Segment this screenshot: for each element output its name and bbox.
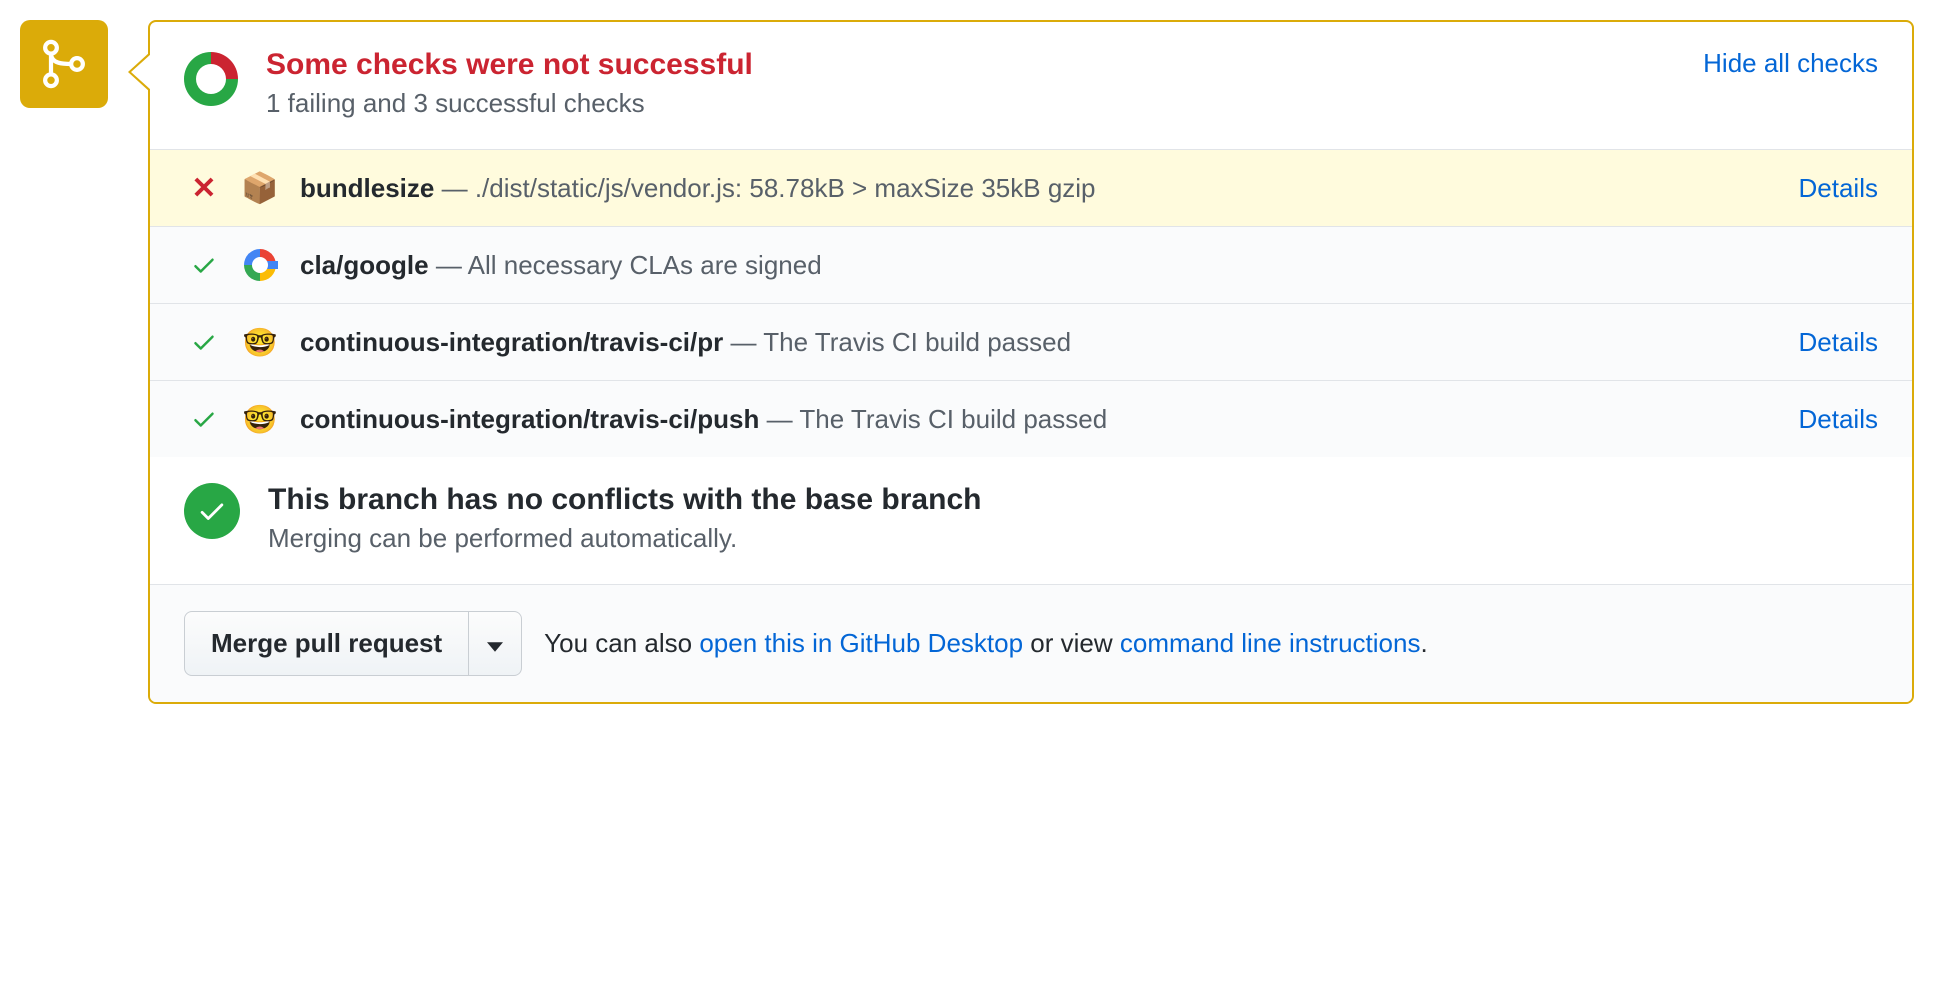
status-pass-icon [184,252,224,278]
merge-button-group: Merge pull request [184,611,522,676]
check-desc: — ./dist/static/js/vendor.js: 58.78kB > … [442,173,1096,203]
git-merge-icon [38,38,90,90]
hide-all-checks-link[interactable]: Hide all checks [1703,48,1878,79]
command-line-instructions-link[interactable]: command line instructions [1120,628,1421,658]
travis-app-icon: 🤓 [242,324,278,360]
check-icon [191,329,217,355]
check-desc: — The Travis CI build passed [730,327,1071,357]
merge-footer: Merge pull request You can also open thi… [150,584,1912,702]
x-icon: ✕ [191,171,216,206]
check-name: cla/google [300,250,429,280]
check-details-link[interactable]: Details [1799,404,1878,435]
bundlesize-app-icon: 📦 [242,170,278,206]
merge-footer-text: You can also open this in GitHub Desktop… [544,628,1428,659]
caret-down-icon [487,642,503,652]
check-details-link[interactable]: Details [1799,173,1878,204]
google-app-icon [242,247,278,283]
open-github-desktop-link[interactable]: open this in GitHub Desktop [699,628,1023,658]
status-donut-icon [184,52,238,106]
checks-summary-subtitle: 1 failing and 3 successful checks [266,88,1703,119]
merge-conflict-section: This branch has no conflicts with the ba… [150,457,1912,584]
status-pass-icon [184,406,224,432]
check-desc: — All necessary CLAs are signed [436,250,822,280]
check-name: bundlesize [300,173,434,203]
merge-options-dropdown-button[interactable] [469,611,522,676]
git-merge-badge [20,20,108,108]
merge-status-panel: Some checks were not successful 1 failin… [148,20,1914,704]
check-icon [191,406,217,432]
merge-title: This branch has no conflicts with the ba… [268,483,1878,517]
status-pass-icon [184,329,224,355]
check-row: ✕ 📦 bundlesize — ./dist/static/js/vendor… [150,150,1912,226]
status-fail-icon: ✕ [184,171,224,206]
check-desc: — The Travis CI build passed [767,404,1108,434]
check-icon [191,252,217,278]
check-row: 🤓 continuous-integration/travis-ci/pr — … [150,303,1912,380]
travis-app-icon: 🤓 [242,401,278,437]
check-name: continuous-integration/travis-ci/pr [300,327,723,357]
check-row: 🤓 continuous-integration/travis-ci/push … [150,380,1912,457]
checks-summary-title: Some checks were not successful [266,48,1703,82]
check-row: cla/google — All necessary CLAs are sign… [150,226,1912,303]
merge-ok-icon [184,483,240,539]
checks-list: ✕ 📦 bundlesize — ./dist/static/js/vendor… [150,149,1912,457]
check-icon [197,496,227,526]
check-details-link[interactable]: Details [1799,327,1878,358]
merge-subtitle: Merging can be performed automatically. [268,523,1878,554]
merge-pull-request-button[interactable]: Merge pull request [184,611,469,676]
checks-summary-section: Some checks were not successful 1 failin… [150,22,1912,149]
check-name: continuous-integration/travis-ci/push [300,404,759,434]
